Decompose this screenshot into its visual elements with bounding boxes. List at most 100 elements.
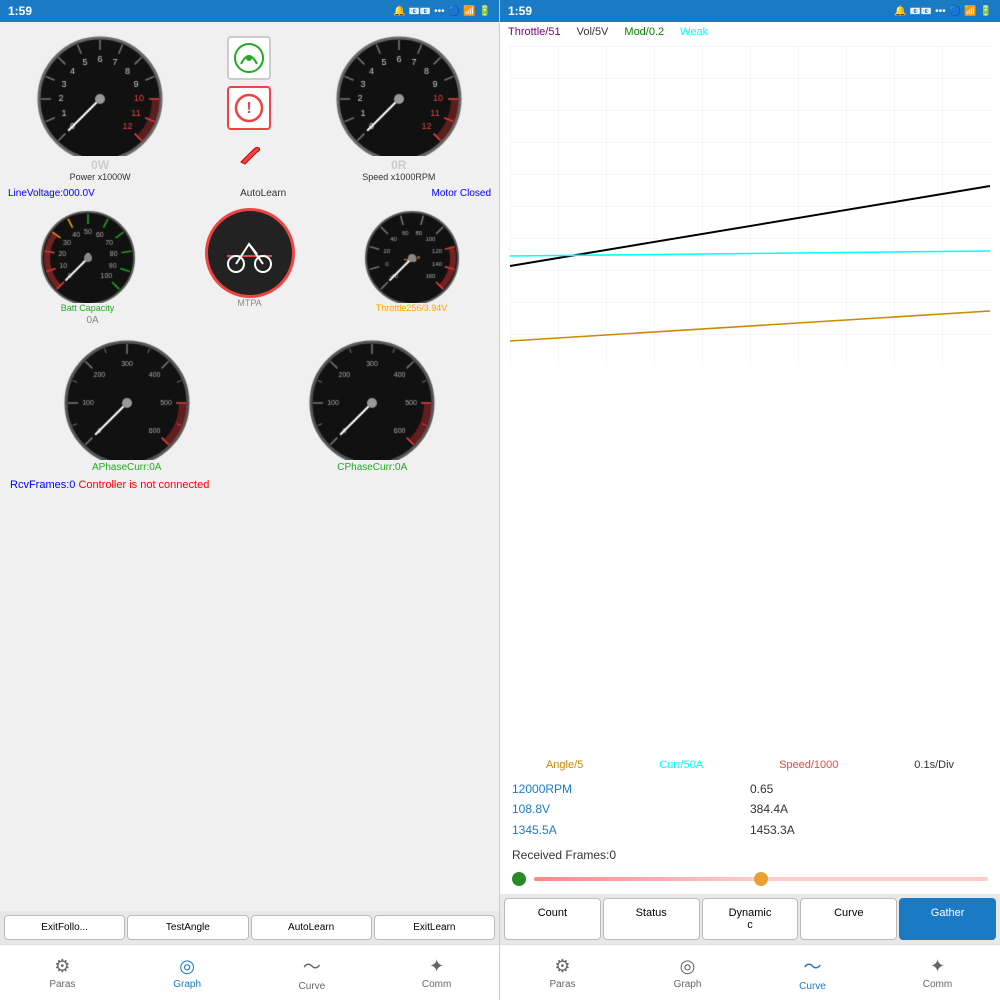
bot-gauges-row: APhaseCurr:0A CPhaseCurr:0A	[4, 330, 495, 473]
right-paras-label: Paras	[549, 979, 575, 990]
left-curve-label: Curve	[299, 981, 326, 992]
slider-row	[500, 864, 1000, 894]
speed-gauge-label: 0R Speed x1000RPM	[362, 158, 435, 182]
chart-labels-bottom: Angle/5 Curr/50A Speed/1000 0.1s/Div	[500, 757, 1000, 773]
green-dot	[512, 872, 526, 886]
right-curve-icon: 〜	[804, 953, 822, 979]
stat-val3: 1453.3A	[750, 820, 988, 840]
mid-gauges-row: Batt Capacity MTPA Throttl	[4, 203, 495, 313]
power-gauge-label: 0W Power x1000W	[70, 158, 131, 182]
aphase-gauge	[62, 330, 192, 460]
batt-gauge-container: Batt Capacity	[38, 203, 138, 313]
weak-chart-label: Weak	[680, 26, 708, 38]
stats-area: 12000RPM 0.65 108.8V 384.4A 1345.5A 1453…	[500, 773, 1000, 846]
angle-label: Angle/5	[546, 759, 583, 771]
right-comm-label: Comm	[923, 979, 952, 990]
gather-tab[interactable]: Gather	[899, 898, 996, 940]
right-comm-icon: ✦	[930, 956, 945, 977]
aphase-label: APhaseCurr:0A	[92, 462, 161, 473]
warning-icon: !	[233, 92, 265, 124]
speed-icon-box	[227, 36, 271, 80]
mtpa-container: MTPA	[205, 208, 295, 308]
exit-learn-button[interactable]: ExitLearn	[374, 915, 495, 940]
exit-follo-button[interactable]: ExitFollo...	[4, 915, 125, 940]
right-panel: 1:59 🔔 📧📧 ••• 🔵 📶 🔋 Throttle/51 Vol/5V M…	[500, 0, 1000, 1000]
not-connected-label: Controller is not connected	[78, 479, 209, 491]
speedometer-icon	[233, 42, 265, 74]
power-gauge	[35, 26, 165, 156]
left-nav-paras[interactable]: ⚙ Paras	[0, 945, 125, 1000]
left-nav-comm[interactable]: ✦ Comm	[374, 945, 499, 1000]
right-bottom-nav: ⚙ Paras ◎ Graph 〜 Curve ✦ Comm	[500, 944, 1000, 1000]
left-graph-icon: ◎	[179, 956, 195, 977]
auto-learn-button[interactable]: AutoLearn	[251, 915, 372, 940]
right-status-icons: 🔔 📧📧 ••• 🔵 📶 🔋	[894, 6, 992, 17]
right-tab-buttons: Count Status Dynamic c Curve Gather	[500, 894, 1000, 944]
right-graph-label: Graph	[674, 979, 702, 990]
stat-voltage: 108.8V	[512, 799, 750, 819]
left-comm-label: Comm	[422, 979, 451, 990]
right-nav-graph[interactable]: ◎ Graph	[625, 945, 750, 1000]
slider-track[interactable]	[534, 877, 988, 881]
left-comm-icon: ✦	[429, 956, 444, 977]
count-tab[interactable]: Count	[504, 898, 601, 940]
mod-chart-label: Mod/0.2	[624, 26, 664, 38]
cphase-gauge-container: CPhaseCurr:0A	[307, 330, 437, 473]
wrench-icon-box	[231, 136, 267, 172]
dynamic-tab[interactable]: Dynamic c	[702, 898, 799, 940]
left-curve-icon: 〜	[303, 953, 321, 979]
phase-a-label: 0A	[86, 315, 98, 326]
line-voltage-label: LineVoltage:000.0V	[8, 188, 95, 199]
vol-chart-label: Vol/5V	[577, 26, 609, 38]
throttle-label: Throttle256/3.94V	[376, 303, 448, 313]
throttle-gauge	[362, 203, 462, 303]
batt-label: Batt Capacity	[61, 303, 115, 313]
stat-current: 1345.5A	[512, 820, 750, 840]
right-graph-icon: ◎	[680, 956, 696, 977]
left-panel: 1:59 🔔 📧📧 ••• 🔵 📶 🔋 0W Power x1000W	[0, 0, 500, 1000]
aphase-gauge-container: APhaseCurr:0A	[62, 330, 192, 473]
mid-labels-row: 0A	[4, 315, 495, 328]
test-angle-button[interactable]: TestAngle	[127, 915, 248, 940]
stat-val2: 384.4A	[750, 799, 988, 819]
main-chart	[504, 46, 996, 366]
mtpa-icon	[205, 208, 295, 298]
left-nav-graph[interactable]: ◎ Graph	[125, 945, 250, 1000]
left-nav-curve[interactable]: 〜 Curve	[250, 945, 375, 1000]
cphase-label: CPhaseCurr:0A	[337, 462, 407, 473]
motor-closed-label: Motor Closed	[432, 188, 491, 199]
curr-label: Curr/50A	[659, 759, 703, 771]
warning-icon-box: !	[227, 86, 271, 130]
wrench-icon	[235, 140, 263, 168]
auto-learn-label: AutoLearn	[240, 188, 286, 199]
timediv-label: 0.1s/Div	[914, 759, 954, 771]
throttle-gauge-container: Throttle256/3.94V	[362, 203, 462, 313]
left-time: 1:59	[8, 4, 32, 18]
curve-tab[interactable]: Curve	[800, 898, 897, 940]
right-paras-icon: ⚙	[554, 956, 570, 977]
svg-text:!: !	[247, 100, 252, 117]
left-graph-label: Graph	[173, 979, 201, 990]
left-main-content: 0W Power x1000W !	[0, 22, 499, 911]
right-nav-comm[interactable]: ✦ Comm	[875, 945, 1000, 1000]
stat-rpm: 12000RPM	[512, 779, 750, 799]
left-paras-label: Paras	[49, 979, 75, 990]
right-nav-curve[interactable]: 〜 Curve	[750, 945, 875, 1000]
power-gauge-container: 0W Power x1000W	[35, 26, 165, 182]
left-status-icons: 🔔 📧📧 ••• 🔵 📶 🔋	[393, 6, 491, 17]
speed-gauge	[334, 26, 464, 156]
left-bottom-nav: ⚙ Paras ◎ Graph 〜 Curve ✦ Comm	[0, 944, 499, 1000]
status-tab[interactable]: Status	[603, 898, 700, 940]
speed-gauge-container: 0R Speed x1000RPM	[334, 26, 464, 182]
left-status-bar: 1:59 🔔 📧📧 ••• 🔵 📶 🔋	[0, 0, 499, 22]
chart-area	[500, 42, 1000, 757]
speed-label: Speed/1000	[779, 759, 838, 771]
right-nav-paras[interactable]: ⚙ Paras	[500, 945, 625, 1000]
received-frames-label: Received Frames:0	[500, 846, 1000, 864]
top-gauges-row: 0W Power x1000W !	[4, 26, 495, 182]
mtpa-label: MTPA	[237, 298, 261, 308]
rcv-frames-label: RcvFrames:0	[10, 479, 75, 491]
right-curve-label: Curve	[799, 981, 826, 992]
slider-thumb[interactable]	[754, 872, 768, 886]
center-icons-col: !	[227, 36, 271, 172]
